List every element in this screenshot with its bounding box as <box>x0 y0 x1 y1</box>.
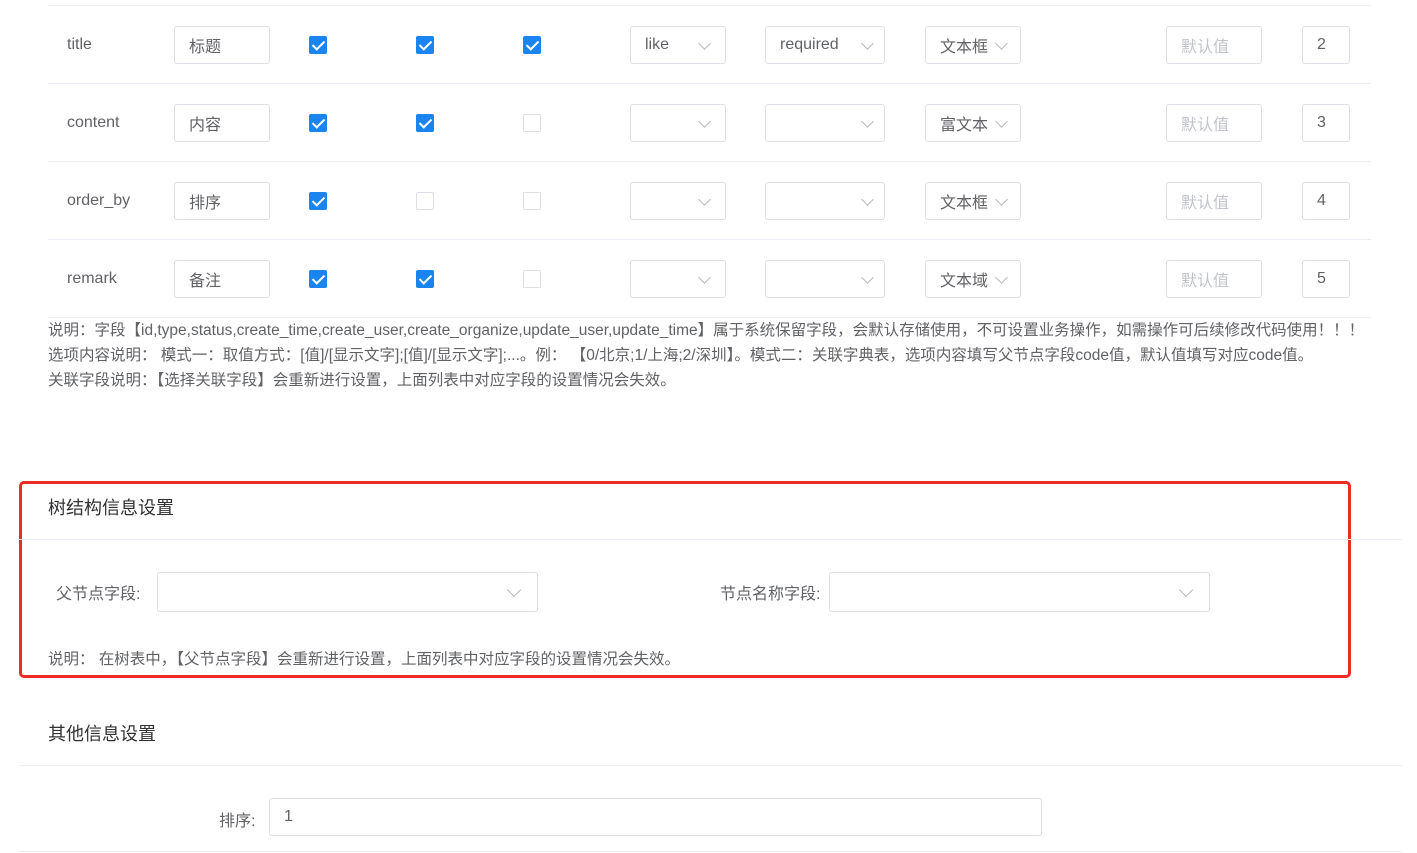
query-type-value: like <box>645 36 670 53</box>
node-name-field-select[interactable] <box>829 572 1210 612</box>
field-row: content 内容 富文本 默认值 3 <box>48 84 1371 162</box>
node-name-field-label: 节点名称字段: <box>720 586 821 603</box>
sort-order-input[interactable]: 3 <box>1302 104 1350 142</box>
control-type-select[interactable]: 文本框 <box>925 182 1021 220</box>
query-type-select[interactable] <box>630 104 726 142</box>
chevron-down-icon <box>698 37 711 50</box>
field-checkbox-1[interactable] <box>309 192 327 210</box>
field-row: remark 备注 文本域 默认值 5 <box>48 240 1371 318</box>
validation-rule-select[interactable]: required <box>765 26 885 64</box>
other-section-title: 其他信息设置 <box>48 724 156 744</box>
chevron-down-icon <box>506 582 522 598</box>
field-row: title 标题 like required 文本框 默认值 2 <box>48 6 1371 84</box>
field-notes: 说明：字段【id,type,status,create_time,create_… <box>48 318 1378 393</box>
query-type-select[interactable]: like <box>630 26 726 64</box>
control-type-value: 文本框 <box>940 195 989 212</box>
control-type-value: 文本框 <box>940 39 989 56</box>
field-label-input[interactable]: 排序 <box>174 182 270 220</box>
chevron-down-icon <box>861 115 874 128</box>
tree-section-divider <box>19 539 1402 540</box>
sort-order-input[interactable]: 4 <box>1302 182 1350 220</box>
default-value-input[interactable]: 默认值 <box>1166 182 1262 220</box>
field-checkbox-2[interactable] <box>416 36 434 54</box>
chevron-down-icon <box>698 193 711 206</box>
reserved-fields-note: 说明：字段【id,type,status,create_time,create_… <box>48 322 1365 339</box>
sort-order-input[interactable]: 2 <box>1302 26 1350 64</box>
chevron-down-icon <box>995 37 1008 50</box>
chevron-down-icon <box>861 37 874 50</box>
field-label-input[interactable]: 内容 <box>174 104 270 142</box>
field-row: order_by 排序 文本框 默认值 4 <box>48 162 1371 240</box>
chevron-down-icon <box>995 115 1008 128</box>
chevron-down-icon <box>995 271 1008 284</box>
chevron-down-icon <box>995 193 1008 206</box>
field-checkbox-2[interactable] <box>416 192 434 210</box>
tree-section-title: 树结构信息设置 <box>48 498 174 518</box>
chevron-down-icon <box>1178 582 1194 598</box>
parent-field-select[interactable] <box>157 572 538 612</box>
field-checkbox-3[interactable] <box>523 192 541 210</box>
field-checkbox-3[interactable] <box>523 36 541 54</box>
default-value-input[interactable]: 默认值 <box>1166 104 1262 142</box>
field-checkbox-1[interactable] <box>309 36 327 54</box>
control-type-select[interactable]: 富文本 <box>925 104 1021 142</box>
validation-rule-select[interactable] <box>765 182 885 220</box>
sort-label: 排序: <box>219 813 256 830</box>
chevron-down-icon <box>861 193 874 206</box>
tree-note: 说明： 在树表中，【父节点字段】会重新进行设置，上面列表中对应字段的设置情况会失… <box>48 651 681 668</box>
default-value-input[interactable]: 默认值 <box>1166 26 1262 64</box>
chevron-down-icon <box>698 271 711 284</box>
field-checkbox-3[interactable] <box>523 270 541 288</box>
related-field-note: 关联字段说明：【选择关联字段】会重新进行设置，上面列表中对应字段的设置情况会失效… <box>48 372 676 389</box>
options-note: 选项内容说明： 模式一：取值方式：[值]/[显示文字];[值]/[显示文字];.… <box>48 347 1314 364</box>
sort-input[interactable]: 1 <box>269 798 1042 836</box>
field-label-input[interactable]: 备注 <box>174 260 270 298</box>
sort-input-value: 1 <box>284 808 293 825</box>
default-value-input[interactable]: 默认值 <box>1166 260 1262 298</box>
validation-rule-value: required <box>780 36 839 53</box>
control-type-select[interactable]: 文本框 <box>925 26 1021 64</box>
sort-order-input[interactable]: 5 <box>1302 260 1350 298</box>
control-type-value: 文本域 <box>940 273 989 290</box>
chevron-down-icon <box>698 115 711 128</box>
parent-field-label: 父节点字段: <box>56 586 141 603</box>
field-checkbox-2[interactable] <box>416 114 434 132</box>
validation-rule-select[interactable] <box>765 260 885 298</box>
chevron-down-icon <box>861 271 874 284</box>
other-section-divider <box>19 765 1402 766</box>
field-name: content <box>67 114 120 131</box>
field-name: remark <box>67 270 117 287</box>
field-checkbox-2[interactable] <box>416 270 434 288</box>
field-name: order_by <box>67 192 131 209</box>
field-label-input[interactable]: 标题 <box>174 26 270 64</box>
bottom-divider <box>19 851 1402 852</box>
query-type-select[interactable] <box>630 182 726 220</box>
field-checkbox-3[interactable] <box>523 114 541 132</box>
control-type-value: 富文本 <box>940 117 989 134</box>
field-checkbox-1[interactable] <box>309 114 327 132</box>
field-checkbox-1[interactable] <box>309 270 327 288</box>
control-type-select[interactable]: 文本域 <box>925 260 1021 298</box>
field-name: title <box>67 36 92 53</box>
validation-rule-select[interactable] <box>765 104 885 142</box>
query-type-select[interactable] <box>630 260 726 298</box>
